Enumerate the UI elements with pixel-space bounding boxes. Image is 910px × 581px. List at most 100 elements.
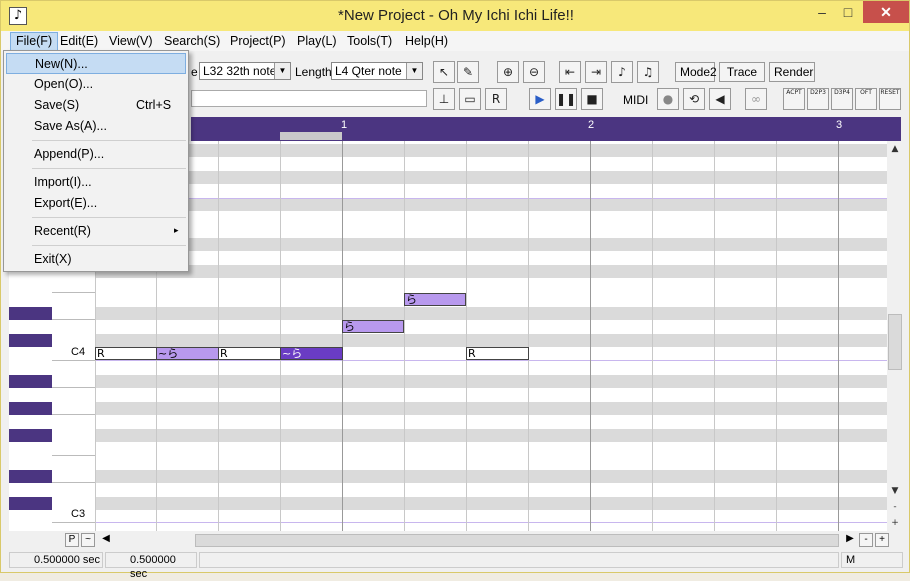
pause-icon[interactable]: ❚❚ [555, 88, 577, 110]
key-label-c4: C4 [71, 346, 86, 358]
menu-project[interactable]: Project(P) [225, 32, 291, 50]
title-bar: ♪ *New Project - Oh My Ichi Ichi Life!! … [1, 1, 909, 31]
zoom-out-icon[interactable]: ⊖ [523, 61, 545, 83]
lyric-input[interactable] [191, 90, 427, 107]
status-bar: 0.500000 sec 0.500000 sec M [1, 550, 909, 580]
join-note-icon[interactable]: ♫ [637, 61, 659, 83]
menu-tools[interactable]: Tools(T) [342, 32, 397, 50]
menu-help[interactable]: Help(H) [400, 32, 453, 50]
file-menu-exit[interactable]: Exit(X) [6, 249, 186, 270]
zoom-in-icon[interactable]: ⊕ [497, 61, 519, 83]
file-menu-open[interactable]: Open(O)... [6, 74, 186, 95]
note-selected[interactable]: ~ら [280, 347, 343, 360]
menu-search[interactable]: Search(S) [159, 32, 225, 50]
horizontal-scrollbar-row: P ~ ◀ ▶ - + [9, 532, 903, 549]
note-voiced[interactable]: ら [342, 320, 404, 333]
file-menu-import[interactable]: Import(I)... [6, 172, 186, 193]
quantize-value: L32 32th note [203, 64, 277, 78]
app-window: ♪ *New Project - Oh My Ichi Ichi Life!! … [0, 0, 910, 580]
black-key[interactable] [9, 334, 52, 347]
curve-d2p3-icon[interactable]: D2P3 [807, 88, 829, 110]
pointer-tool-icon[interactable]: ↖ [433, 61, 455, 83]
render-button[interactable]: Render [769, 62, 815, 82]
go-end-icon[interactable]: ⇥ [585, 61, 607, 83]
length-value: L4 Qter note [335, 64, 402, 78]
menu-play[interactable]: Play(L) [292, 32, 342, 50]
dropdown-arrow-icon: ▼ [274, 63, 290, 79]
speaker-icon[interactable]: ◀ [709, 88, 731, 110]
measure-number: 1 [341, 119, 348, 131]
black-key[interactable] [9, 307, 52, 320]
black-key[interactable] [9, 402, 52, 415]
file-menu-save[interactable]: Save(S) Ctrl+S [6, 95, 186, 116]
file-menu-dropdown: New(N)... Open(O)... Save(S) Ctrl+S Save… [3, 50, 189, 272]
stop-icon[interactable]: ■ [581, 88, 603, 110]
measure-ruler[interactable]: 1 2 3 [191, 117, 901, 141]
note-voiced[interactable]: ら [404, 293, 466, 306]
file-menu-new[interactable]: New(N)... [6, 53, 186, 74]
black-key[interactable] [9, 497, 52, 510]
curve-oft-icon[interactable]: OFT [855, 88, 877, 110]
minimize-button[interactable]: – [809, 1, 835, 23]
split-note-icon[interactable]: ♪ [611, 61, 633, 83]
quantize-label: e [191, 65, 198, 79]
record-icon[interactable]: ● [657, 88, 679, 110]
file-menu-save-as[interactable]: Save As(A)... [6, 116, 186, 137]
curve-reset-icon[interactable]: RESET [879, 88, 901, 110]
menu-edit[interactable]: Edit(E) [55, 32, 103, 50]
status-time-right: 0.500000 sec [105, 552, 197, 580]
vertical-scrollbar[interactable]: ▲ ▼ - + [887, 141, 903, 531]
note-rest[interactable]: R [95, 347, 157, 360]
menu-separator [32, 245, 186, 246]
menu-separator [32, 168, 186, 169]
zoom-vertical-plus[interactable]: + [887, 515, 903, 531]
tilde-button[interactable]: ~ [81, 533, 95, 547]
scroll-left-icon[interactable]: ◀ [99, 533, 113, 547]
close-button[interactable]: ✕ [863, 1, 909, 23]
black-key[interactable] [9, 375, 52, 388]
length-select[interactable]: L4 Qter note ▼ [331, 62, 423, 80]
horizontal-scroll-thumb[interactable] [195, 534, 839, 547]
black-key[interactable] [9, 429, 52, 442]
measure-number: 3 [836, 119, 843, 131]
scroll-right-icon[interactable]: ▶ [843, 533, 857, 547]
note-rest[interactable]: R [218, 347, 281, 360]
menu-file[interactable]: File(F) [10, 32, 59, 52]
file-menu-export[interactable]: Export(E)... [6, 193, 186, 214]
scroll-down-icon[interactable]: ▼ [887, 483, 903, 499]
add-note-icon[interactable]: ▭ [459, 88, 481, 110]
insert-note-icon[interactable]: ⊥ [433, 88, 455, 110]
curve-acpt-icon[interactable]: ACPT [783, 88, 805, 110]
maximize-button[interactable]: □ [835, 1, 861, 23]
go-start-icon[interactable]: ⇤ [559, 61, 581, 83]
add-rest-icon[interactable]: R [485, 88, 507, 110]
mode2-button[interactable]: Mode2 [675, 62, 717, 82]
vertical-scroll-thumb[interactable] [888, 314, 902, 370]
key-label-c3: C3 [71, 508, 86, 520]
file-menu-recent[interactable]: Recent(R) ▸ [6, 221, 186, 242]
link-icon[interactable]: ∞ [745, 88, 767, 110]
zoom-vertical-minus[interactable]: - [887, 499, 903, 515]
note-voiced[interactable]: ~ら [156, 347, 219, 360]
curve-d3p4-icon[interactable]: D3P4 [831, 88, 853, 110]
play-icon[interactable]: ▶ [529, 88, 551, 110]
trace-button[interactable]: Trace [719, 62, 765, 82]
piano-roll-grid[interactable]: R ~ら R ~ら ら ら R [95, 141, 887, 531]
playback-range-marker[interactable] [280, 132, 342, 140]
menu-separator [32, 217, 186, 218]
zoom-horizontal-minus[interactable]: - [859, 533, 873, 547]
midi-label: MIDI [623, 93, 649, 107]
file-menu-append[interactable]: Append(P)... [6, 144, 186, 165]
black-key[interactable] [9, 470, 52, 483]
loop-icon[interactable]: ⟲ [683, 88, 705, 110]
scroll-up-icon[interactable]: ▲ [887, 141, 903, 157]
note-rest[interactable]: R [466, 347, 529, 360]
zoom-horizontal-plus[interactable]: + [875, 533, 889, 547]
pencil-tool-icon[interactable]: ✎ [457, 61, 479, 83]
quantize-select[interactable]: L32 32th note ▼ [199, 62, 291, 80]
submenu-arrow-icon: ▸ [174, 226, 179, 236]
p-button[interactable]: P [65, 533, 79, 547]
menu-view[interactable]: View(V) [104, 32, 158, 50]
status-message [199, 552, 839, 568]
shortcut-label: Ctrl+S [136, 98, 172, 112]
